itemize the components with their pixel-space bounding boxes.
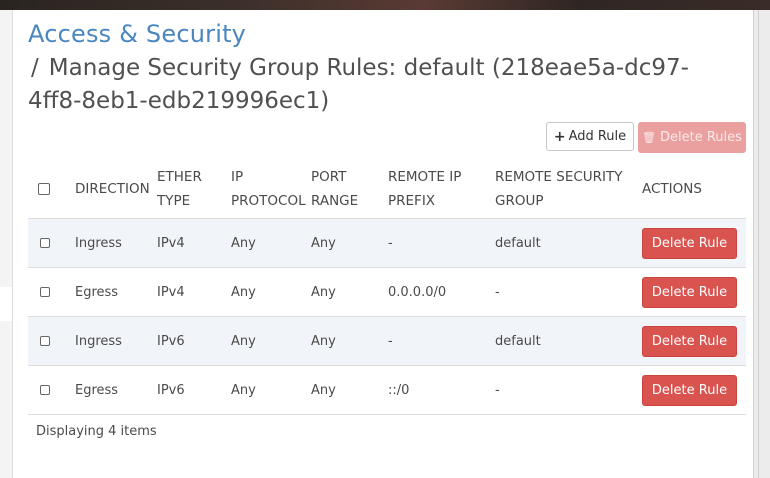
table-row: Egress IPv6 Any Any ::/0 - Delete Rule — [28, 365, 746, 415]
table-header-row: DIRECTION ETHER TYPE IP PROTOCOL PORT RANGE… — [28, 160, 746, 219]
cell-ether-type: IPv4 — [157, 267, 231, 317]
cell-remote-security-group: default — [495, 218, 642, 268]
cell-ether-type: IPv4 — [157, 218, 231, 268]
delete-rule-button[interactable]: Delete Rule — [642, 276, 737, 308]
cell-port-range: Any — [311, 365, 388, 415]
cell-direction: Ingress — [75, 218, 157, 268]
select-all-checkbox[interactable] — [38, 183, 50, 195]
cell-remote-ip-prefix: 0.0.0.0/0 — [388, 267, 495, 317]
column-header-remote-security-group[interactable]: REMOTE SECURITY GROUP — [495, 160, 642, 219]
window-top-strip — [0, 0, 770, 10]
row-checkbox[interactable] — [40, 287, 50, 297]
column-header-actions: ACTIONS — [642, 160, 746, 219]
column-header-remote-ip-prefix[interactable]: REMOTE IP PREFIX — [388, 160, 495, 219]
cell-remote-ip-prefix: ::/0 — [388, 365, 495, 415]
cell-remote-ip-prefix: - — [388, 316, 495, 366]
plus-icon: + — [553, 128, 566, 145]
cell-direction: Egress — [75, 365, 157, 415]
delete-rule-button[interactable]: Delete Rule — [642, 374, 737, 406]
cell-remote-security-group: default — [495, 316, 642, 366]
column-header-ether-type[interactable]: ETHER TYPE — [157, 160, 231, 219]
add-rule-button[interactable]: + Add Rule — [546, 122, 634, 151]
column-header-port-range[interactable]: PORT RANGE — [311, 160, 388, 219]
trash-icon: 🗑 — [642, 131, 657, 144]
cell-ether-type: IPv6 — [157, 316, 231, 366]
table-row: Egress IPv4 Any Any 0.0.0.0/0 - Delete R… — [28, 267, 746, 317]
delete-rules-label: Delete Rules — [660, 130, 742, 145]
table-row: Ingress IPv4 Any Any - default Delete Ru… — [28, 218, 746, 268]
column-header-direction[interactable]: DIRECTION — [75, 160, 157, 219]
delete-rules-button[interactable]: 🗑 Delete Rules — [638, 122, 746, 153]
page-title[interactable]: Access & Security — [28, 20, 246, 48]
row-checkbox[interactable] — [40, 336, 50, 346]
column-header-ip-protocol[interactable]: IP PROTOCOL — [231, 160, 311, 219]
page-subtitle: / Manage Security Group Rules: default (2… — [28, 52, 708, 118]
cell-remote-security-group: - — [495, 267, 642, 317]
delete-rule-button[interactable]: Delete Rule — [642, 325, 737, 357]
add-rule-label: Add Rule — [568, 129, 627, 144]
cell-port-range: Any — [311, 267, 388, 317]
cell-port-range: Any — [311, 218, 388, 268]
breadcrumb-separator: / — [31, 55, 39, 81]
cell-port-range: Any — [311, 316, 388, 366]
vertical-scrollbar[interactable] — [753, 10, 770, 478]
cell-ip-protocol: Any — [231, 365, 311, 415]
select-all-cell — [28, 160, 75, 219]
subtitle-text: Manage Security Group Rules: default (21… — [28, 55, 689, 114]
table-item-count: Displaying 4 items — [36, 424, 157, 439]
row-checkbox[interactable] — [40, 385, 50, 395]
cell-ip-protocol: Any — [231, 316, 311, 366]
cell-ip-protocol: Any — [231, 218, 311, 268]
row-checkbox[interactable] — [40, 238, 50, 248]
delete-rule-button[interactable]: Delete Rule — [642, 227, 737, 259]
table-row: Ingress IPv6 Any Any - default Delete Ru… — [28, 316, 746, 366]
cell-remote-security-group: - — [495, 365, 642, 415]
cell-direction: Egress — [75, 267, 157, 317]
cell-ether-type: IPv6 — [157, 365, 231, 415]
security-rules-table: DIRECTION ETHER TYPE IP PROTOCOL PORT RANGE… — [28, 160, 746, 415]
cell-ip-protocol: Any — [231, 267, 311, 317]
left-panel-edge — [0, 10, 13, 478]
cell-remote-ip-prefix: - — [388, 218, 495, 268]
cell-direction: Ingress — [75, 316, 157, 366]
